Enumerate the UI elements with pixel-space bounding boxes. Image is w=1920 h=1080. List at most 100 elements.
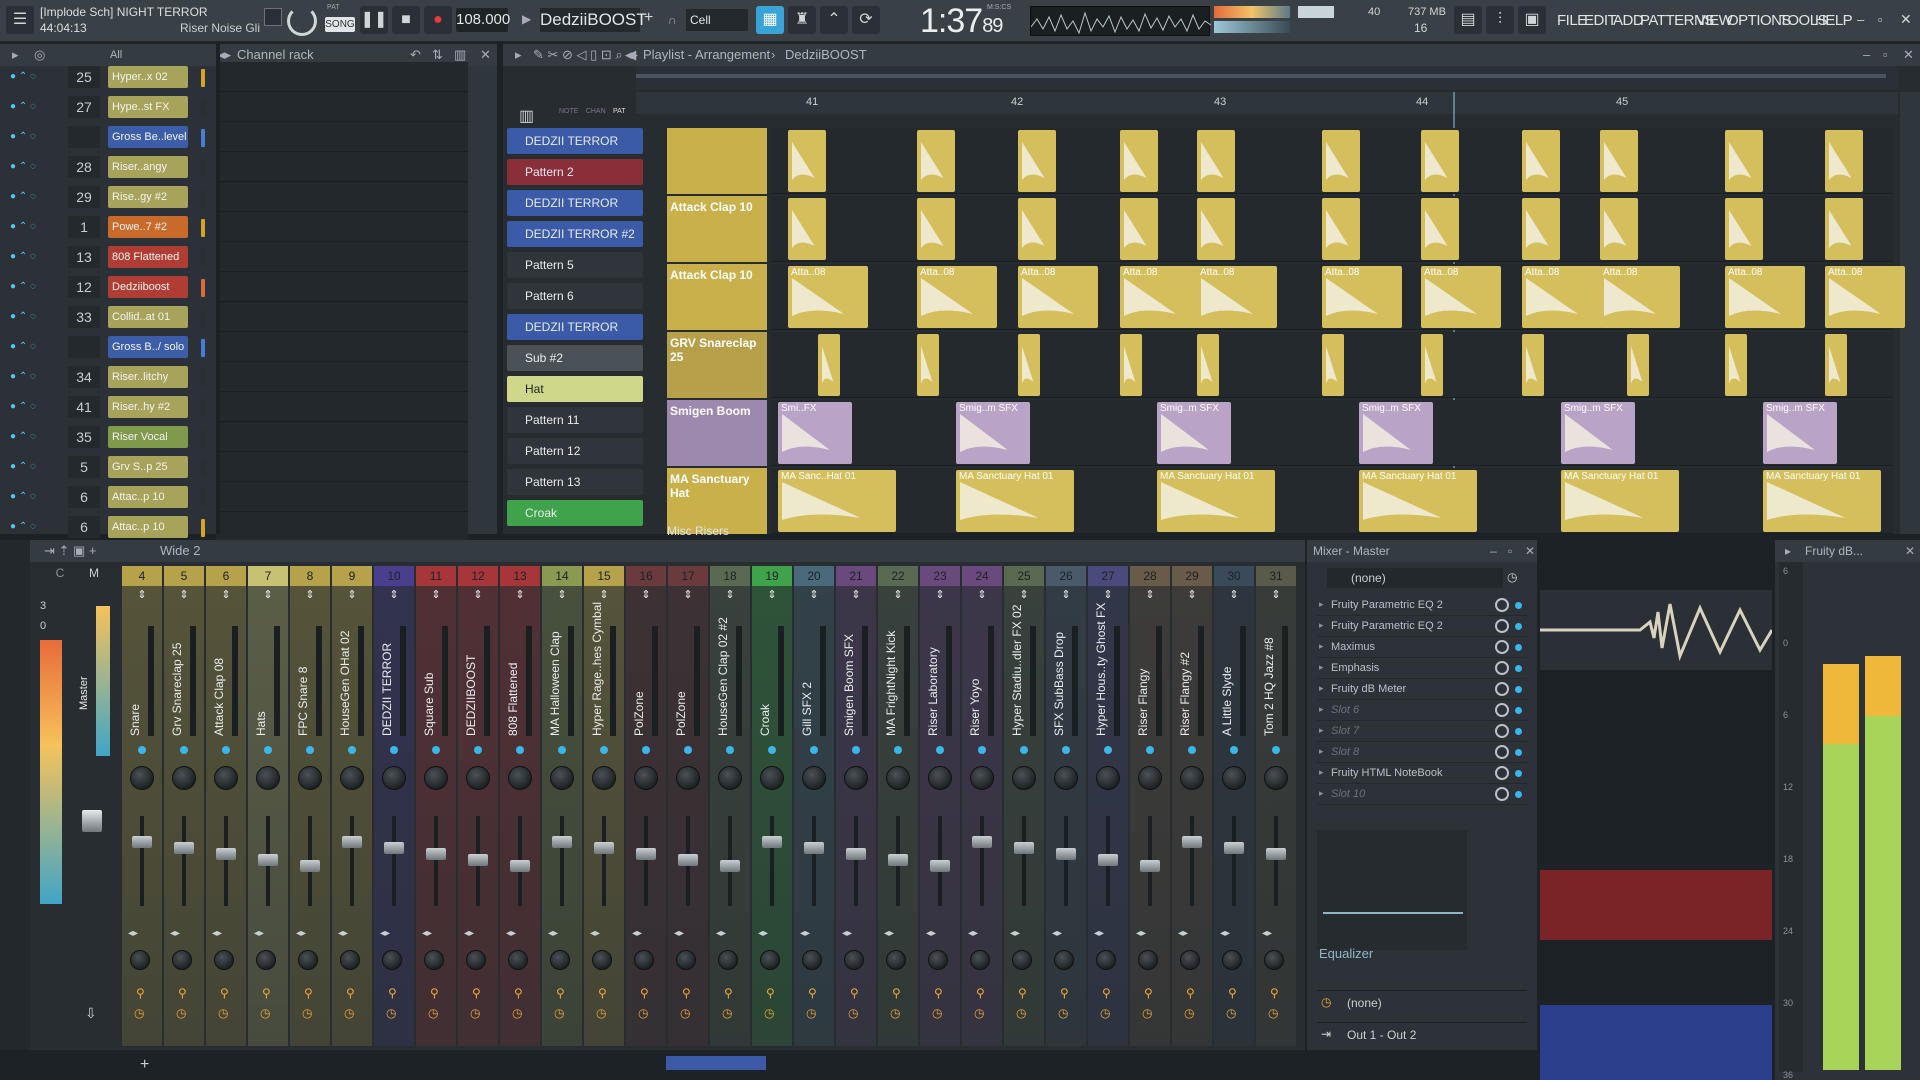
record-arm-icon[interactable]: ◷ [554, 1006, 564, 1020]
effect-slot[interactable]: ▸ Fruity HTML NoteBook [1317, 764, 1527, 784]
strip-mute-led[interactable] [1146, 746, 1154, 754]
mixer-strip[interactable]: 12 ⇕ DEDZIIBOOST ◂▸ ⚲ ◷ [458, 566, 498, 1046]
strip-mute-led[interactable] [1104, 746, 1112, 754]
arm-icon[interactable]: ⚲ [1144, 986, 1153, 1000]
playlist-clip[interactable] [1627, 334, 1649, 396]
playlist-clip[interactable]: Atta..08 [917, 266, 997, 328]
strip-mute-led[interactable] [306, 746, 314, 754]
swap-icon[interactable]: ◂▸ [716, 928, 726, 939]
mixer-strip[interactable]: 8 ⇕ FPC Snare 8 ◂▸ ⚲ ◷ [290, 566, 330, 1046]
playlist-clip[interactable]: Smig..m SFX [1359, 402, 1433, 464]
playlist-clip[interactable] [1322, 198, 1360, 260]
record-arm-icon[interactable]: ◷ [428, 1006, 438, 1020]
record-arm-icon[interactable]: ◷ [134, 1006, 144, 1020]
record-arm-icon[interactable]: ◷ [764, 1006, 774, 1020]
volume-fader[interactable] [804, 842, 824, 854]
arm-icon[interactable]: ⚲ [1270, 986, 1279, 1000]
effect-slot[interactable]: ▸ Slot 8 [1317, 743, 1527, 763]
arm-icon[interactable]: ⚲ [1018, 986, 1027, 1000]
mixer-strip[interactable]: 31 ⇕ Tom 2 HQ Jazz #8 ◂▸ ⚲ ◷ [1256, 566, 1296, 1046]
slot-enable-led[interactable] [1515, 749, 1522, 756]
mixer-strip[interactable]: 17 ⇕ PolZone ◂▸ ⚲ ◷ [668, 566, 708, 1046]
swap-icon[interactable]: ◂▸ [842, 928, 852, 939]
strip-mute-led[interactable] [600, 746, 608, 754]
arm-icon[interactable]: ⚲ [430, 986, 439, 1000]
strip-mute-led[interactable] [852, 746, 860, 754]
stereo-knob[interactable] [130, 950, 150, 970]
mixer-strip[interactable]: 22 ⇕ MA FrightNight Kick ◂▸ ⚲ ◷ [878, 566, 918, 1046]
arm-icon[interactable]: ⚲ [1228, 986, 1237, 1000]
stereo-knob[interactable] [172, 950, 192, 970]
route-arrow-icon[interactable]: ⇕ [374, 588, 414, 601]
volume-fader[interactable] [342, 836, 362, 848]
volume-fader[interactable] [720, 860, 740, 872]
strip-mute-led[interactable] [474, 746, 482, 754]
playlist-clip[interactable]: MA Sanctuary Hat 01 [1157, 470, 1275, 532]
route-arrow-icon[interactable]: ⇕ [416, 588, 456, 601]
volume-fader[interactable] [174, 842, 194, 854]
db-arrow-icon[interactable]: ▸ [1785, 544, 1791, 558]
arm-icon[interactable]: ⚲ [514, 986, 523, 1000]
playlist-clip[interactable] [1120, 130, 1158, 192]
swap-icon[interactable]: ◂▸ [884, 928, 894, 939]
slot-enable-led[interactable] [1515, 791, 1522, 798]
record-arm-icon[interactable]: ◷ [386, 1006, 396, 1020]
route-arrow-icon[interactable]: ⇕ [626, 588, 666, 601]
playlist-clip[interactable]: Smig..m SFX [1561, 402, 1635, 464]
playlist-clip[interactable] [1120, 198, 1158, 260]
swap-icon[interactable]: ◂▸ [548, 928, 558, 939]
record-arm-icon[interactable]: ◷ [260, 1006, 270, 1020]
swap-icon[interactable]: ◂▸ [968, 928, 978, 939]
strip-mute-led[interactable] [726, 746, 734, 754]
mixer-strip[interactable]: 13 ⇕ 808 Flattened ◂▸ ⚲ ◷ [500, 566, 540, 1046]
arm-icon[interactable]: ⚲ [388, 986, 397, 1000]
strip-mute-led[interactable] [894, 746, 902, 754]
playlist-clip[interactable]: Atta..08 [1120, 266, 1200, 328]
playlist-clip[interactable] [917, 334, 939, 396]
playlist-clip[interactable] [1421, 334, 1443, 396]
record-arm-icon[interactable]: ◷ [1100, 1006, 1110, 1020]
strip-mute-led[interactable] [180, 746, 188, 754]
mixer-strip[interactable]: 10 ⇕ DEDZII TERROR ◂▸ ⚲ ◷ [374, 566, 414, 1046]
slot-enable-led[interactable] [1515, 665, 1522, 672]
stereo-knob[interactable] [844, 950, 864, 970]
effect-slot[interactable]: ▸ Slot 10 [1317, 785, 1527, 805]
swap-icon[interactable]: ◂▸ [1052, 928, 1062, 939]
volume-fader[interactable] [972, 836, 992, 848]
mixer-strip[interactable]: 15 ⇕ Hyper Rage..hes Cymbal ◂▸ ⚲ ◷ [584, 566, 624, 1046]
playlist-clip[interactable] [1197, 334, 1219, 396]
sidechain-row[interactable]: ◷ (none) [1317, 990, 1527, 1014]
pan-knob[interactable] [928, 766, 952, 790]
volume-fader[interactable] [132, 836, 152, 848]
slot-enable-led[interactable] [1515, 602, 1522, 609]
mixer-strip[interactable]: 14 ⇕ MA Halloween Clap ◂▸ ⚲ ◷ [542, 566, 582, 1046]
playlist-clip[interactable]: MA Sanctuary Hat 01 [956, 470, 1074, 532]
route-arrow-icon[interactable]: ⇕ [794, 588, 834, 601]
strip-mute-led[interactable] [432, 746, 440, 754]
record-arm-icon[interactable]: ◷ [722, 1006, 732, 1020]
pan-knob[interactable] [214, 766, 238, 790]
stereo-knob[interactable] [802, 950, 822, 970]
stereo-knob[interactable] [760, 950, 780, 970]
strip-mute-led[interactable] [642, 746, 650, 754]
route-arrow-icon[interactable]: ⇕ [458, 588, 498, 601]
effect-slot[interactable]: ▸ Fruity Parametric EQ 2 [1317, 617, 1527, 637]
playlist-clip[interactable] [1322, 130, 1360, 192]
record-arm-icon[interactable]: ◷ [638, 1006, 648, 1020]
mixer-strip[interactable]: 20 ⇕ Gill SFX 2 ◂▸ ⚲ ◷ [794, 566, 834, 1046]
route-arrow-icon[interactable]: ⇕ [122, 588, 162, 601]
route-arrow-icon[interactable]: ⇕ [668, 588, 708, 601]
arm-icon[interactable]: ⚲ [934, 986, 943, 1000]
route-arrow-icon[interactable]: ⇕ [1046, 588, 1086, 601]
mixer-strip[interactable]: 6 ⇕ Attack Clap 08 ◂▸ ⚲ ◷ [206, 566, 246, 1046]
swap-icon[interactable]: ◂▸ [506, 928, 516, 939]
swap-icon[interactable]: ◂▸ [590, 928, 600, 939]
slot-enable-led[interactable] [1515, 707, 1522, 714]
mixer-strip[interactable]: 11 ⇕ Square Sub ◂▸ ⚲ ◷ [416, 566, 456, 1046]
volume-fader[interactable] [636, 848, 656, 860]
mixer-strip[interactable]: 5 ⇕ Grv Snareclap 25 ◂▸ ⚲ ◷ [164, 566, 204, 1046]
mixer-strip[interactable]: 23 ⇕ Riser Laboratory ◂▸ ⚲ ◷ [920, 566, 960, 1046]
strip-mute-led[interactable] [558, 746, 566, 754]
record-arm-icon[interactable]: ◷ [1142, 1006, 1152, 1020]
route-arrow-icon[interactable]: ⇕ [542, 588, 582, 601]
